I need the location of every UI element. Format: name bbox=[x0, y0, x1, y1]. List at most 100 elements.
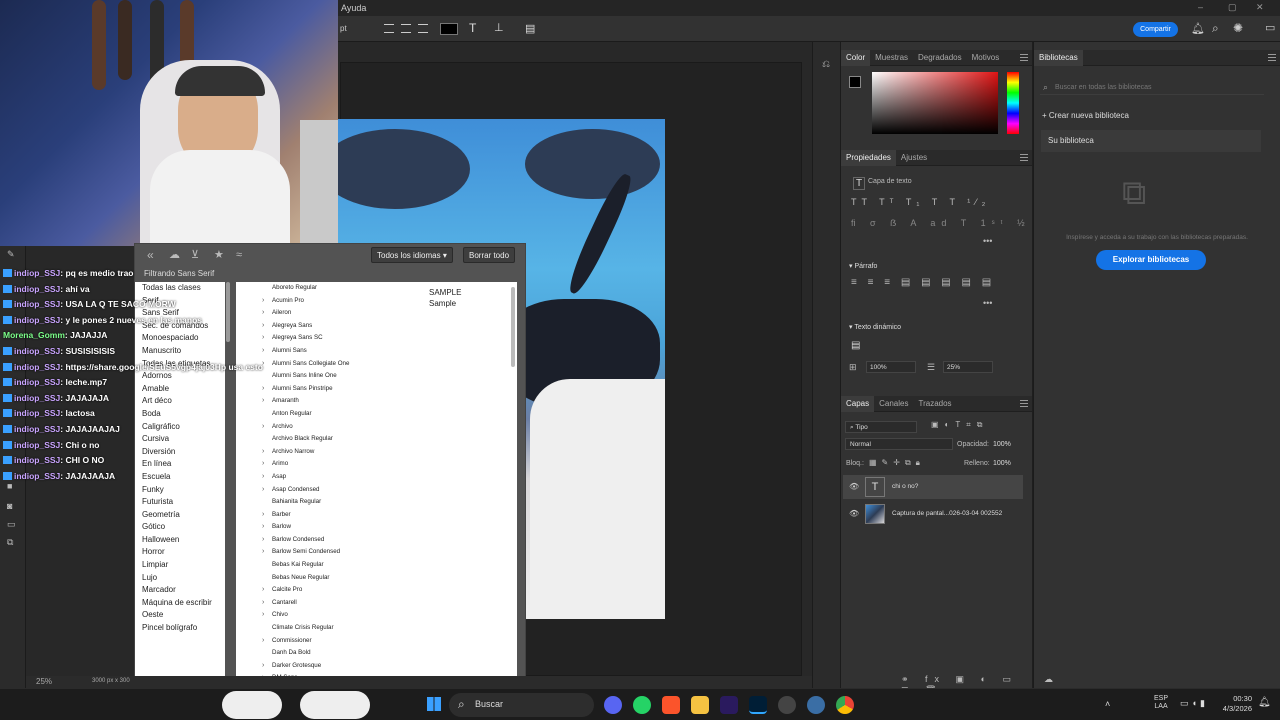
cloud-fonts-icon[interactable]: ☁ bbox=[169, 250, 180, 261]
lock-icons[interactable]: ▦✎✛⧉🔒︎ bbox=[869, 458, 925, 468]
steam-icon[interactable] bbox=[807, 696, 825, 714]
your-library-item[interactable]: Su biblioteca bbox=[1041, 130, 1261, 152]
similar-icon[interactable]: ≈ bbox=[236, 250, 242, 261]
font-class-item[interactable]: Lujo bbox=[135, 572, 225, 585]
expand-chevron-icon[interactable]: › bbox=[262, 635, 264, 648]
expand-chevron-icon[interactable]: › bbox=[262, 660, 264, 673]
align-right-icon[interactable] bbox=[418, 24, 428, 33]
text-color-swatch[interactable] bbox=[440, 23, 458, 35]
file-explorer-icon[interactable] bbox=[691, 696, 709, 714]
close-icon[interactable]: ✕ bbox=[1256, 2, 1264, 13]
font-list-item[interactable]: Bebas Kai Regular bbox=[236, 559, 517, 572]
color-menu-icon[interactable] bbox=[1020, 54, 1028, 61]
font-class-item[interactable]: Máquina de escribir bbox=[135, 597, 225, 610]
paragraph-align-icons[interactable]: ≡ ≡ ≡ ▤ ▤ ▤ ▤ ▤ bbox=[851, 277, 995, 288]
font-list-item[interactable]: Bahianita Regular bbox=[236, 496, 517, 509]
explore-libraries-button[interactable]: Explorar bibliotecas bbox=[1096, 250, 1206, 270]
font-list-item[interactable]: › Darker Grotesque bbox=[236, 660, 517, 673]
font-class-item[interactable]: Marcador bbox=[135, 584, 225, 597]
screen-mode-icon[interactable]: ▭ bbox=[7, 520, 16, 529]
tray-chevron-icon[interactable]: ˄ bbox=[1105, 699, 1110, 709]
font-list-item[interactable]: › Barber bbox=[236, 509, 517, 522]
font-list-item[interactable]: › Chivo bbox=[236, 609, 517, 622]
expand-chevron-icon[interactable]: › bbox=[262, 584, 264, 597]
blend-mode-select[interactable]: Normal bbox=[845, 438, 953, 450]
font-list-item[interactable]: › Barlow Semi Condensed bbox=[236, 546, 517, 559]
brave-icon[interactable] bbox=[662, 696, 680, 714]
font-class-item[interactable]: Horror bbox=[135, 546, 225, 559]
dynamic-text-icon[interactable]: ▤ bbox=[851, 340, 860, 351]
layers-menu-icon[interactable] bbox=[1020, 400, 1028, 407]
visibility-eye-icon[interactable]: 👁︎ bbox=[849, 475, 859, 499]
font-class-item[interactable]: Futurista bbox=[135, 496, 225, 509]
warp-text-icon[interactable]: T bbox=[469, 21, 476, 35]
align-center-icon[interactable] bbox=[401, 24, 411, 33]
width-input[interactable]: 100% bbox=[866, 361, 916, 373]
properties-tab-1[interactable]: Ajustes bbox=[896, 150, 932, 166]
font-list-item[interactable]: › Commissioner bbox=[236, 635, 517, 648]
create-library-button[interactable]: + Crear nueva biblioteca bbox=[1042, 111, 1129, 120]
font-class-item[interactable]: Halloween bbox=[135, 534, 225, 547]
font-class-item[interactable]: Oeste bbox=[135, 609, 225, 622]
opacity-input[interactable]: 100% bbox=[993, 441, 1011, 448]
menu-help[interactable]: Ayuda bbox=[341, 3, 366, 13]
opentype-icons[interactable]: ﬁ σ ẞ A ad T 1ˢᵗ ½ bbox=[851, 218, 1031, 228]
collapse-icon[interactable]: « bbox=[147, 249, 154, 261]
share-button[interactable]: Compartir bbox=[1133, 22, 1178, 37]
filter-icon[interactable]: ⊻ bbox=[191, 250, 199, 261]
paragraph-more-icon[interactable]: ••• bbox=[983, 298, 992, 308]
font-list-item[interactable]: › Calcite Pro bbox=[236, 584, 517, 597]
chrome-icon[interactable] bbox=[836, 696, 854, 714]
discord-icon[interactable] bbox=[604, 696, 622, 714]
color-tab-3[interactable]: Motivos bbox=[967, 50, 1005, 66]
whatsapp-icon[interactable] bbox=[633, 696, 651, 714]
properties-menu-icon[interactable] bbox=[1020, 154, 1028, 161]
premiere-icon[interactable] bbox=[720, 696, 738, 714]
frame-icon[interactable]: ⧉ bbox=[7, 538, 13, 547]
expand-chevron-icon[interactable]: › bbox=[262, 609, 264, 622]
quick-mask-icon[interactable]: ◙ bbox=[7, 502, 12, 511]
font-list-item[interactable]: Climate Crisis Regular bbox=[236, 622, 517, 635]
clock[interactable]: 00:30 4/3/2026 bbox=[1214, 694, 1252, 714]
align-left-icon[interactable] bbox=[384, 24, 394, 33]
history-icon[interactable]: ⎌ bbox=[822, 60, 830, 70]
layers-tab-1[interactable]: Canales bbox=[874, 396, 913, 412]
foreground-color[interactable] bbox=[849, 76, 861, 88]
visibility-eye-icon[interactable]: 👁︎ bbox=[849, 502, 859, 526]
libraries-menu-icon[interactable] bbox=[1268, 54, 1276, 61]
maximize-icon[interactable]: ▢ bbox=[1228, 2, 1237, 13]
hue-slider[interactable] bbox=[1007, 72, 1019, 134]
search-icon[interactable]: ⌕ bbox=[1212, 21, 1219, 36]
cloud-icon[interactable]: ☁ bbox=[1044, 674, 1053, 685]
layer-row[interactable]: 👁︎ Tchi o no? bbox=[843, 475, 1023, 499]
tracking-input[interactable]: 25% bbox=[943, 361, 993, 373]
zoom-level[interactable]: 25% bbox=[36, 677, 52, 686]
layer-filter-select[interactable]: ⌕ Tipo bbox=[845, 421, 917, 433]
minimize-icon[interactable]: – bbox=[1198, 2, 1203, 12]
font-list-item[interactable]: › Barlow Condensed bbox=[236, 534, 517, 547]
panel-toggle-icon[interactable]: ▤ bbox=[525, 22, 535, 35]
clear-all-button[interactable]: Borrar todo bbox=[463, 247, 516, 263]
notifications-icon[interactable]: 🔔︎ bbox=[1258, 697, 1271, 708]
favorite-star-icon[interactable]: ★ bbox=[214, 250, 224, 261]
font-size-unit[interactable]: pt bbox=[340, 24, 347, 33]
font-list-item[interactable]: › Cantarell bbox=[236, 597, 517, 610]
edit-toolbar-icon[interactable]: ✎ bbox=[7, 250, 15, 259]
type-style-icons[interactable]: TT Tᵀ T₁ T T ¹⁄₂ bbox=[851, 197, 990, 207]
color-field[interactable] bbox=[872, 72, 998, 134]
color-tab-0[interactable]: Color bbox=[841, 50, 871, 66]
properties-tab-0[interactable]: Propiedades bbox=[841, 150, 896, 166]
character-panel-icon[interactable]: ⊥ bbox=[494, 21, 504, 34]
windows-start-icon[interactable] bbox=[427, 697, 441, 711]
discover-icon[interactable]: ✺ bbox=[1233, 21, 1243, 35]
language-indicator[interactable]: ESP LAA bbox=[1154, 695, 1168, 711]
expand-chevron-icon[interactable]: › bbox=[262, 597, 264, 610]
font-class-item[interactable]: Geometría bbox=[135, 509, 225, 522]
taskbar-search[interactable]: ⌕ Buscar bbox=[449, 693, 594, 717]
bell-icon[interactable]: 🔔︎ bbox=[1191, 22, 1205, 35]
expand-chevron-icon[interactable]: › bbox=[262, 546, 264, 559]
layers-tab-0[interactable]: Capas bbox=[841, 396, 875, 412]
expand-chevron-icon[interactable]: › bbox=[262, 534, 264, 547]
expand-chevron-icon[interactable]: › bbox=[262, 521, 264, 534]
layers-tab-2[interactable]: Trazados bbox=[913, 396, 956, 412]
